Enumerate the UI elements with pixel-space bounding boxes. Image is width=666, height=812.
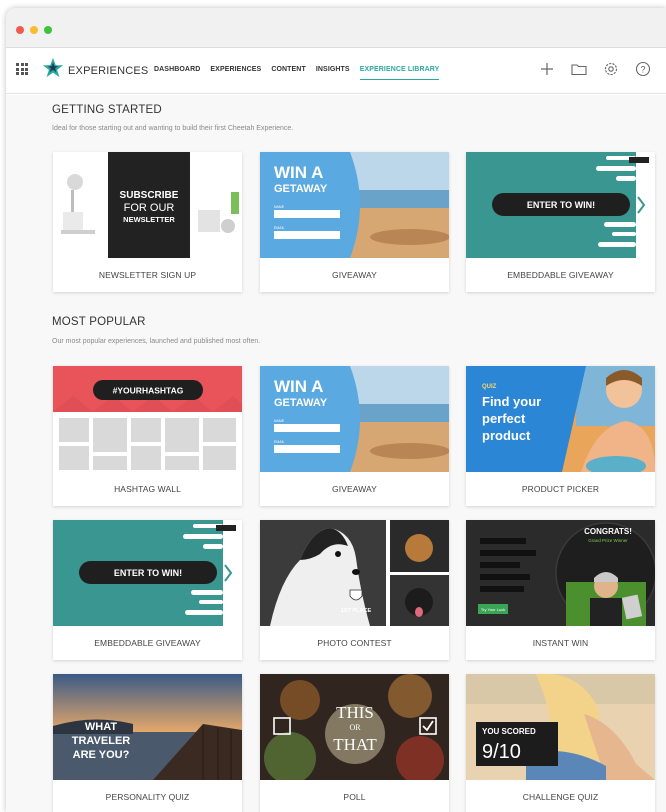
thumb-text-getaway: GETAWAY [274, 183, 328, 195]
card-label: PRODUCT PICKER [521, 484, 600, 494]
thumb-text-email: EMAIL [274, 226, 285, 230]
thumb-text-congrats: CONGRATS! [584, 527, 632, 536]
app-grid-icon[interactable] [16, 63, 28, 75]
brand-star-icon [42, 57, 64, 78]
card-challenge-quiz[interactable]: YOU SCORED 9/10 CHALLENGE QUIZ [466, 674, 655, 812]
thumb-text-newsletter: NEWSLETTER [123, 215, 175, 224]
tab-experience-library[interactable]: EXPERIENCE LIBRARY [359, 66, 440, 80]
card-label: GIVEAWAY [332, 484, 377, 494]
nav-tabs: DASHBOARD EXPERIENCES CONTENT INSIGHTS E… [154, 66, 440, 80]
newsletter-thumbnail: SUBSCRIBE FOR OUR NEWSLETTER [53, 152, 242, 258]
svg-text:?: ? [640, 64, 645, 74]
giveaway-thumbnail: WIN A GETAWAY NAME EMAIL [260, 366, 449, 472]
brand-name: EXPERIENCES [68, 65, 149, 77]
thumb-text-enter-to-win: ENTER TO WIN! [527, 200, 595, 210]
card-hashtag-wall[interactable]: #YOURHASHTAG HASHTAG WALL [53, 366, 242, 506]
window-titlebar [6, 8, 666, 48]
card-label: INSTANT WIN [532, 638, 589, 648]
challenge-quiz-thumbnail: YOU SCORED 9/10 [466, 674, 655, 780]
thumb-text-you-scored: YOU SCORED [482, 727, 536, 736]
hashtag-wall-thumbnail: #YOURHASHTAG [53, 366, 242, 472]
thumb-text-win-a: WIN A [274, 163, 323, 182]
card-label: EMBEDDABLE GIVEAWAY [94, 638, 201, 648]
giveaway-thumbnail: WIN A GETAWAY NAME EMAIL [260, 152, 449, 258]
card-label: PERSONALITY QUIZ [105, 792, 190, 802]
card-label: EMBEDDABLE GIVEAWAY [507, 270, 614, 280]
minimize-window-button[interactable] [30, 26, 38, 34]
tab-experiences[interactable]: EXPERIENCES [210, 66, 261, 80]
gear-icon[interactable] [602, 60, 620, 78]
close-window-button[interactable] [16, 26, 24, 34]
thumb-text-that: THAT [333, 735, 377, 754]
card-product-picker[interactable]: QUIZ Find your perfect product PRODUCT P… [466, 366, 655, 506]
tab-content[interactable]: CONTENT [271, 66, 306, 80]
thumb-text-1st-place: 1ST PLACE [341, 608, 372, 614]
top-navbar: EXPERIENCES DASHBOARD EXPERIENCES CONTEN… [6, 48, 666, 94]
embeddable-giveaway-thumbnail: ENTER TO WIN! [466, 152, 655, 258]
card-photo-contest[interactable]: 1ST PLACE PHOTO CONTEST [260, 520, 449, 660]
thumb-text-for-our: FOR OUR [124, 202, 175, 214]
thumb-text-enter-to-win: ENTER TO WIN! [114, 568, 182, 578]
thumb-text-traveler: TRAVELER [72, 735, 131, 747]
card-label: GIVEAWAY [332, 270, 377, 280]
card-embeddable-giveaway-popular[interactable]: ENTER TO WIN! EMBEDDABLE GIVEAWAY [53, 520, 242, 660]
tab-dashboard[interactable]: DASHBOARD [154, 66, 200, 80]
app-window: EXPERIENCES DASHBOARD EXPERIENCES CONTEN… [6, 8, 666, 812]
card-label: PHOTO CONTEST [317, 638, 392, 648]
card-poll[interactable]: THIS OR THAT POLL [260, 674, 449, 812]
photo-contest-thumbnail: 1ST PLACE [260, 520, 449, 626]
library-content: GETTING STARTED Ideal for those starting… [6, 95, 666, 812]
thumb-text-what: WHAT [85, 721, 117, 733]
personality-quiz-thumbnail: WHAT TRAVELER ARE YOU? [53, 674, 242, 780]
card-instant-win[interactable]: CONGRATS! Grand Prize Winner Try Your Lu… [466, 520, 655, 660]
folder-icon[interactable] [570, 60, 588, 78]
thumb-text-perfect: perfect [482, 411, 526, 426]
instant-win-thumbnail: CONGRATS! Grand Prize Winner Try Your Lu… [466, 520, 655, 626]
section-subtitle-getting-started: Ideal for those starting out and wanting… [52, 125, 294, 132]
thumb-text-email: EMAIL [274, 440, 285, 444]
thumb-text-name: NAME [274, 419, 285, 423]
card-label: POLL [343, 792, 366, 802]
card-giveaway[interactable]: WIN A GETAWAY NAME EMAIL GIVEAWAY [260, 152, 449, 292]
card-label: CHALLENGE QUIZ [522, 792, 599, 802]
thumb-text-this: THIS [336, 703, 374, 722]
maximize-window-button[interactable] [44, 26, 52, 34]
thumb-text-score: 9/10 [482, 741, 521, 763]
nav-actions: ? [538, 60, 652, 78]
thumb-text-try-your-luck: Try Your Luck [481, 607, 505, 612]
card-embeddable-giveaway[interactable]: ENTER TO WIN! EMBEDDABLE GIVEAWAY [466, 152, 655, 292]
thumb-text-product: product [482, 428, 531, 443]
plus-icon[interactable] [538, 60, 556, 78]
card-giveaway-popular[interactable]: WIN A GETAWAY NAME EMAIL GIVEAWAY [260, 366, 449, 506]
thumb-text-find-your: Find your [482, 394, 541, 409]
thumb-text-or: OR [349, 723, 361, 732]
poll-thumbnail: THIS OR THAT [260, 674, 449, 780]
card-label: NEWSLETTER SIGN UP [98, 270, 197, 280]
card-newsletter-sign-up[interactable]: SUBSCRIBE FOR OUR NEWSLETTER NEWSLETTER … [53, 152, 242, 292]
thumb-text-quiz: QUIZ [482, 384, 497, 390]
card-label: HASHTAG WALL [114, 484, 181, 494]
thumb-text-are-you: ARE YOU? [73, 749, 130, 761]
help-icon[interactable]: ? [634, 60, 652, 78]
thumb-text-grand-prize: Grand Prize Winner [588, 538, 628, 543]
thumb-text-subscribe: SUBSCRIBE [120, 190, 179, 201]
section-subtitle-most-popular: Our most popular experiences, launched a… [52, 338, 261, 345]
card-personality-quiz[interactable]: WHAT TRAVELER ARE YOU? PERSONALITY QUIZ [53, 674, 242, 812]
thumb-text-hashtag: #YOURHASHTAG [113, 386, 184, 396]
tab-insights[interactable]: INSIGHTS [316, 66, 350, 80]
thumb-text-win-a: WIN A [274, 377, 323, 396]
thumb-text-getaway: GETAWAY [274, 397, 328, 409]
product-picker-thumbnail: QUIZ Find your perfect product [466, 366, 655, 472]
thumb-text-name: NAME [274, 205, 285, 209]
section-title-most-popular: MOST POPULAR [52, 316, 146, 328]
embeddable-giveaway-thumbnail: ENTER TO WIN! [53, 520, 242, 626]
section-title-getting-started: GETTING STARTED [52, 104, 162, 116]
